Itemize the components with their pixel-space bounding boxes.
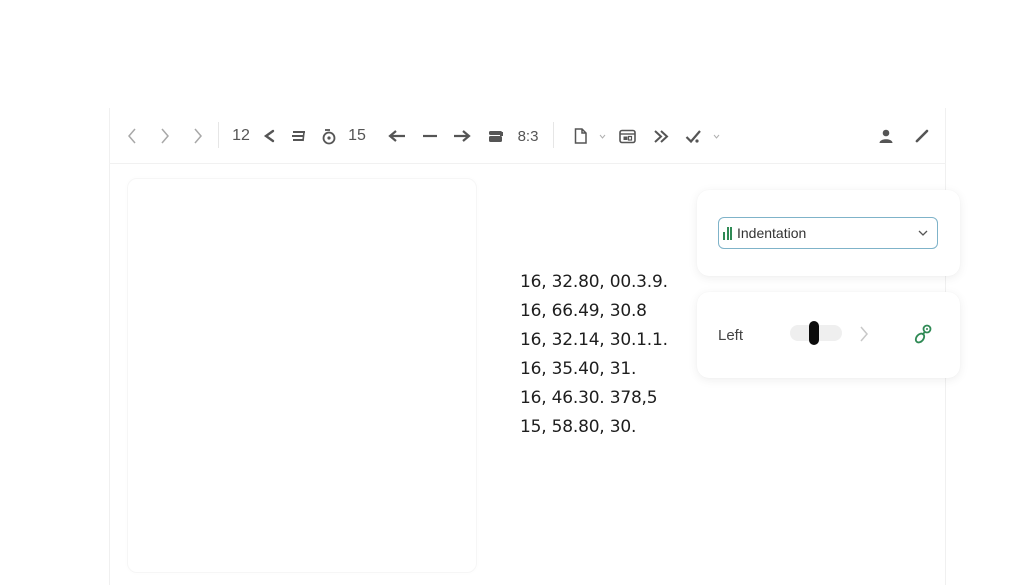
document-dropdown-caret[interactable] <box>597 108 607 164</box>
stack-icon[interactable] <box>486 108 506 164</box>
ratio-value[interactable]: 8:3 <box>516 108 540 164</box>
indentation-select[interactable]: Indentation <box>718 217 938 249</box>
list-style-icon[interactable] <box>289 108 309 164</box>
chevron-right-icon[interactable] <box>859 325 869 348</box>
decrease-indent-icon[interactable] <box>262 108 276 164</box>
link-icon[interactable] <box>913 323 933 350</box>
text-line: 16, 46.30. 378,5 <box>520 388 658 408</box>
user-icon[interactable] <box>876 108 896 164</box>
text-line: 16, 35.40, 31. <box>520 359 637 379</box>
text-line: 16, 32.14, 30.1.1. <box>520 330 668 350</box>
back-icon[interactable] <box>123 108 141 164</box>
text-line: 15, 58.80, 30. <box>520 417 637 437</box>
alignment-label: Left <box>718 327 744 344</box>
bar-chart-icon <box>723 226 732 240</box>
arrow-right-icon[interactable] <box>452 108 472 164</box>
indentation-card: Indentation <box>697 190 960 276</box>
font-size-value[interactable]: 12 <box>230 108 252 164</box>
text-line: 16, 32.80, 00.3.9. <box>520 272 668 292</box>
timer-icon[interactable] <box>320 108 338 164</box>
tool-dropdown-caret[interactable] <box>711 108 721 164</box>
alignment-slider[interactable] <box>790 321 842 345</box>
content-text: 16, 32.80, 00.3.9. 16, 66.49, 30.8 16, 3… <box>520 268 668 442</box>
toolbar-separator <box>553 122 554 148</box>
forward-icon[interactable] <box>156 108 174 164</box>
fast-forward-icon[interactable] <box>651 108 671 164</box>
frame-icon[interactable] <box>617 108 637 164</box>
pen-icon[interactable] <box>912 108 932 164</box>
alignment-card: Left <box>697 292 960 378</box>
document-icon[interactable] <box>572 108 588 164</box>
spacing-value[interactable]: 15 <box>346 108 368 164</box>
chevron-down-icon <box>917 225 929 246</box>
tool-icon[interactable] <box>683 108 703 164</box>
indentation-select-value: Indentation <box>737 225 807 241</box>
toolbar-separator <box>218 122 219 148</box>
arrow-left-icon[interactable] <box>387 108 407 164</box>
slider-thumb[interactable] <box>808 321 819 345</box>
text-line: 16, 66.49, 30.8 <box>520 301 647 321</box>
next-icon[interactable] <box>189 108 207 164</box>
minus-icon[interactable] <box>420 108 440 164</box>
page-preview-panel <box>127 178 477 573</box>
